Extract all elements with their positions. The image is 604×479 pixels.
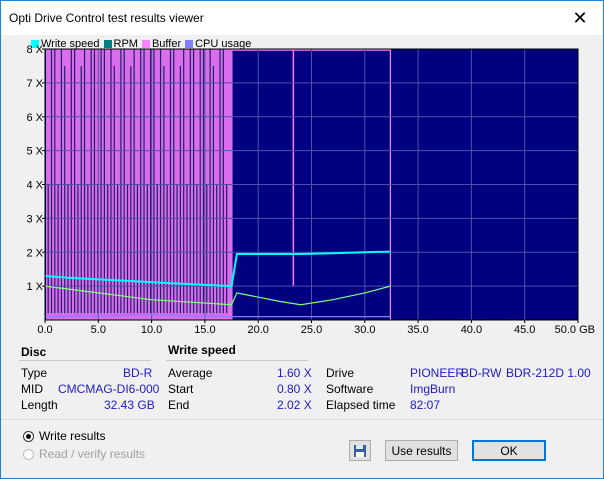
drive-revision: BDR-212D 1.00: [506, 366, 591, 380]
speed-end-label: End: [168, 398, 190, 412]
x-tick-label: 25.0: [301, 324, 322, 336]
chart-area: Write speed RPM Buffer CPU usage 0.0 5.0 10.0…: [1, 35, 603, 339]
disc-length-value: 32.43 GB: [104, 398, 155, 412]
radio-unselected-icon: [23, 448, 34, 460]
x-tick-label: 40.0: [461, 324, 482, 336]
write-results-radio[interactable]: Write results: [23, 429, 105, 443]
speed-avg-label: Average: [168, 366, 213, 380]
x-tick-label: 30.0: [354, 324, 375, 336]
y-tick-label: 6 X: [26, 112, 43, 124]
speed-header: Write speed: [168, 343, 236, 357]
close-icon[interactable]: ✕: [557, 1, 603, 35]
disc-header: Disc: [21, 345, 47, 359]
y-tick-label: 1 X: [26, 281, 43, 293]
x-tick-label: 15.0: [194, 324, 215, 336]
elapsed-value: 82:07: [410, 398, 441, 412]
speed-start-label: Start: [168, 382, 194, 396]
y-tick-label: 7 X: [26, 78, 43, 90]
disc-mid-label: MID: [21, 382, 43, 396]
title-bar: Opti Drive Control test results viewer ✕: [1, 1, 603, 35]
drive-label: Drive: [326, 366, 355, 380]
speed-end-value: 2.02 X: [277, 398, 312, 412]
read-results-label: Read / verify results: [39, 447, 146, 461]
drive-vendor: PIONEER: [410, 366, 465, 380]
write-results-label: Write results: [39, 429, 106, 443]
floppy-disk-icon: [354, 444, 366, 457]
x-tick-label: 5.0: [91, 324, 106, 336]
use-results-button[interactable]: Use results: [385, 440, 458, 461]
x-tick-label: 50.0 GB: [555, 324, 595, 336]
x-tick-label: 45.0: [514, 324, 535, 336]
x-tick-label: 0.0: [37, 324, 52, 336]
disc-divider: [19, 360, 151, 361]
speed-avg-value: 1.60 X: [277, 366, 312, 380]
speed-start-value: 0.80 X: [277, 382, 312, 396]
software-value: ImgBurn: [410, 382, 456, 396]
speed-divider: [166, 360, 308, 361]
bottom-divider: [1, 419, 603, 420]
x-tick-label: 10.0: [141, 324, 162, 336]
disc-length-label: Length: [21, 398, 58, 412]
x-tick-label: 35.0: [407, 324, 428, 336]
save-button[interactable]: [349, 440, 371, 461]
disc-type-value: BD-R: [123, 366, 153, 380]
y-tick-label: 8 X: [26, 44, 43, 56]
bottom-panel: Write results Read / verify results Use …: [1, 419, 603, 478]
elapsed-label: Elapsed time: [326, 398, 396, 412]
disc-type-label: Type: [21, 366, 48, 380]
stats-panel: Disc Type BD-R MID CMCMAG-DI6-000 Length…: [1, 339, 603, 419]
ok-button[interactable]: OK: [472, 440, 546, 461]
radio-selected-icon: [23, 430, 34, 442]
x-tick-label: 20.0: [247, 324, 268, 336]
window-title: Opti Drive Control test results viewer: [9, 11, 204, 25]
speed-chart: 0.0 5.0 10.0 15.0 20.0 25.0 30.0 35.0 40.0 45.0 50…: [26, 44, 595, 336]
software-label: Software: [326, 382, 374, 396]
disc-mid-value: CMCMAG-DI6-000: [58, 382, 160, 396]
drive-model: BD-RW: [461, 366, 502, 380]
y-tick-label: 5 X: [26, 146, 43, 158]
read-results-radio[interactable]: Read / verify results: [23, 447, 145, 461]
y-tick-label: 4 X: [26, 180, 43, 192]
y-tick-label: 2 X: [26, 247, 43, 259]
y-tick-label: 3 X: [26, 213, 43, 225]
viewer-window: Opti Drive Control test results viewer ✕…: [0, 0, 604, 479]
